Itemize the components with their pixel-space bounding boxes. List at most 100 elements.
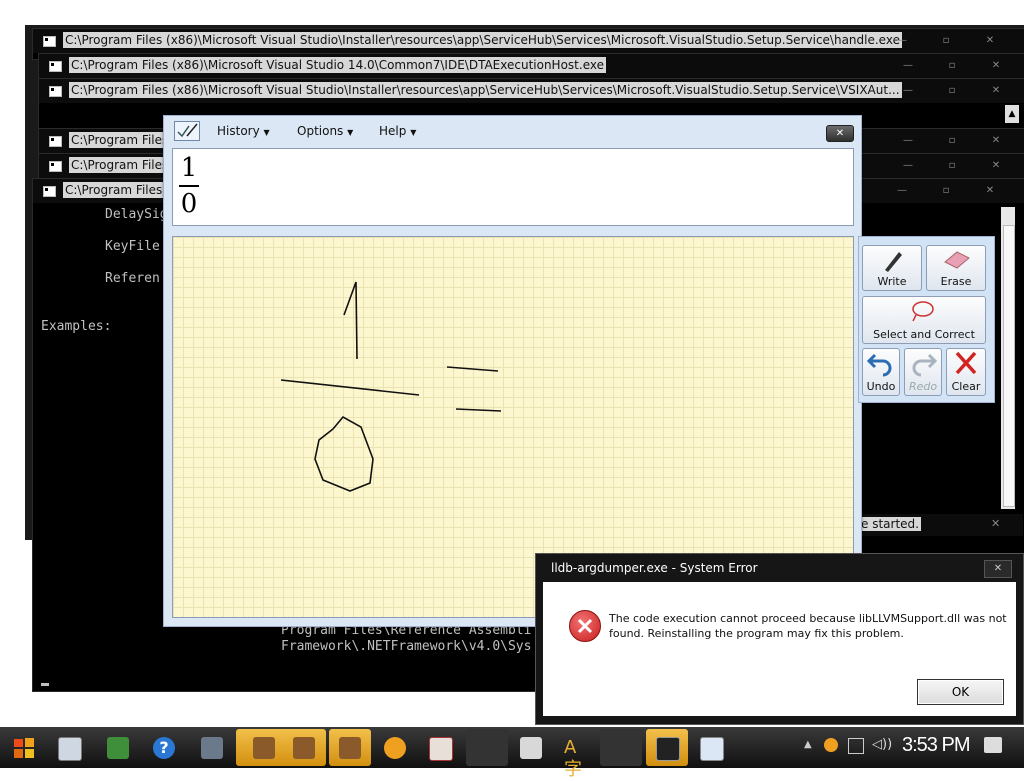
tray-network-icon[interactable] xyxy=(848,738,864,754)
close-button[interactable]: ✕ xyxy=(977,184,1003,198)
package-icon xyxy=(293,737,315,759)
tray-update-icon[interactable] xyxy=(824,738,838,752)
console-icon xyxy=(656,737,680,761)
taskbar-item-explorer[interactable] xyxy=(46,729,92,766)
console-icon xyxy=(49,136,62,147)
console-title-bar[interactable]: C:\Program Files (x86)\Microsoft Visual … xyxy=(39,54,1024,78)
notepad-icon xyxy=(520,737,542,759)
scrollbar-up-arrow[interactable]: ▲ xyxy=(1005,105,1019,123)
minimize-button[interactable]: — xyxy=(895,59,921,73)
console-line: Framework\.NETFramework\v4.0\Sys xyxy=(281,639,532,654)
math-input-panel[interactable]: History ▼ Options ▼ Help ▼ ✕ 1 0 xyxy=(163,115,862,627)
menu-history[interactable]: History ▼ xyxy=(217,124,270,138)
minimize-button[interactable]: — xyxy=(889,184,915,198)
maximize-button[interactable]: ▫ xyxy=(939,84,965,98)
taskbar-item-notepad[interactable] xyxy=(510,729,552,766)
console-line: Examples: xyxy=(41,319,112,334)
close-button[interactable]: ✕ xyxy=(983,159,1009,173)
minimize-button[interactable]: — xyxy=(895,84,921,98)
taskbar-item-help[interactable]: ? xyxy=(143,729,189,766)
console-icon xyxy=(49,161,62,172)
preview-denominator: 0 xyxy=(180,189,198,219)
taskbar-item-presentation[interactable] xyxy=(419,729,461,766)
package-icon xyxy=(339,737,361,759)
console-title: C:\Program Files (x86)\Microsoft Visual … xyxy=(69,57,606,73)
minimize-button[interactable]: — xyxy=(895,134,921,148)
fraction-bar xyxy=(179,185,199,187)
taskbar-item-network[interactable] xyxy=(191,729,231,766)
eraser-icon xyxy=(944,251,970,269)
console-title-bar[interactable]: C:\Program Files (x86)\Microsoft Visual … xyxy=(39,79,1024,103)
presentation-icon xyxy=(429,737,453,761)
minimize-button[interactable]: — xyxy=(895,159,921,173)
console-scrollbar[interactable] xyxy=(1001,207,1015,509)
clear-button[interactable]: Clear xyxy=(946,348,986,396)
pen-icon xyxy=(885,252,902,272)
clear-icon xyxy=(955,351,977,375)
minimize-button[interactable]: — xyxy=(889,34,915,48)
math-panel-icon xyxy=(700,737,724,761)
close-button[interactable]: ✕ xyxy=(983,84,1009,98)
write-button[interactable]: Write xyxy=(862,245,922,291)
console-title-bar[interactable]: C:\Program Files (x86)\Microsoft Visual … xyxy=(33,29,1024,53)
taskbar-item-blank-1[interactable] xyxy=(466,729,508,766)
lasso-icon xyxy=(912,301,934,322)
language-icon: A字 xyxy=(564,737,582,780)
error-message-line-1: The code execution cannot proceed becaus… xyxy=(609,612,1007,625)
console-icon xyxy=(49,61,62,72)
system-error-dialog[interactable]: lldb-argdumper.exe - System Error ✕ The … xyxy=(535,553,1024,725)
math-tools-panel: Write Erase Select and Correct Undo Redo… xyxy=(858,236,995,403)
maximize-button[interactable]: ▫ xyxy=(939,134,965,148)
preview-fraction: 1 0 xyxy=(179,153,199,219)
close-button[interactable]: ✕ xyxy=(826,125,854,142)
console-title: C:\Program Files (x86)\Microsoft Visual … xyxy=(63,32,902,48)
console-cursor xyxy=(41,683,49,686)
math-preview-area: 1 0 xyxy=(172,148,854,226)
taskbar-item-blank-2[interactable] xyxy=(600,729,642,766)
clear-label: Clear xyxy=(951,380,981,393)
console-title: C:\Program Files xyxy=(63,182,165,198)
ok-button[interactable]: OK xyxy=(917,679,1004,705)
console-icon xyxy=(43,186,56,197)
console-line: Referen xyxy=(105,271,160,286)
taskbar-item-ime[interactable]: A字 xyxy=(554,729,596,780)
dropdown-arrow-icon: ▼ xyxy=(263,128,270,137)
erase-button[interactable]: Erase xyxy=(926,245,986,291)
clock[interactable]: 3:53 PM xyxy=(902,734,970,757)
maximize-button[interactable]: ▫ xyxy=(933,184,959,198)
maximize-button[interactable]: ▫ xyxy=(933,34,959,48)
action-center-icon[interactable] xyxy=(984,737,1002,753)
taskbar-item-package-3[interactable] xyxy=(329,729,371,766)
close-button[interactable]: ✕ xyxy=(983,59,1009,73)
taskbar-item-math-panel[interactable] xyxy=(690,729,732,766)
taskbar-item-package-2[interactable] xyxy=(282,729,326,766)
console-title: C:\Program Files xyxy=(69,157,171,173)
dialog-close-button[interactable]: ✕ xyxy=(984,560,1012,578)
taskbar-item-console[interactable] xyxy=(646,729,688,766)
menu-label: Options xyxy=(297,124,344,138)
close-button[interactable]: ✕ xyxy=(991,517,1000,530)
start-button[interactable] xyxy=(8,733,40,763)
taskbar-item-update[interactable] xyxy=(374,729,416,766)
dialog-body: The code execution cannot proceed becaus… xyxy=(543,582,1016,716)
window-icon xyxy=(58,737,82,761)
tray-expand-icon[interactable]: ▲ xyxy=(804,739,812,750)
maximize-button[interactable]: ▫ xyxy=(939,159,965,173)
redo-button[interactable]: Redo xyxy=(904,348,942,396)
status-text: e started. xyxy=(859,517,921,531)
menu-options[interactable]: Options ▼ xyxy=(297,124,353,138)
select-and-correct-button[interactable]: Select and Correct xyxy=(862,296,986,344)
status-strip: e started. ✕ xyxy=(857,514,1023,536)
taskbar-item-excel[interactable] xyxy=(95,729,141,766)
close-button[interactable]: ✕ xyxy=(977,34,1003,48)
update-icon xyxy=(384,737,406,759)
tray-volume-icon[interactable]: ◁)) xyxy=(872,737,892,752)
close-button[interactable]: ✕ xyxy=(983,134,1009,148)
menu-label: Help xyxy=(379,124,407,138)
dropdown-arrow-icon: ▼ xyxy=(347,128,354,137)
maximize-button[interactable]: ▫ xyxy=(939,59,965,73)
erase-label: Erase xyxy=(940,275,972,288)
undo-button[interactable]: Undo xyxy=(862,348,900,396)
scrollbar-thumb[interactable] xyxy=(1003,225,1015,507)
menu-help[interactable]: Help ▼ xyxy=(379,124,416,138)
